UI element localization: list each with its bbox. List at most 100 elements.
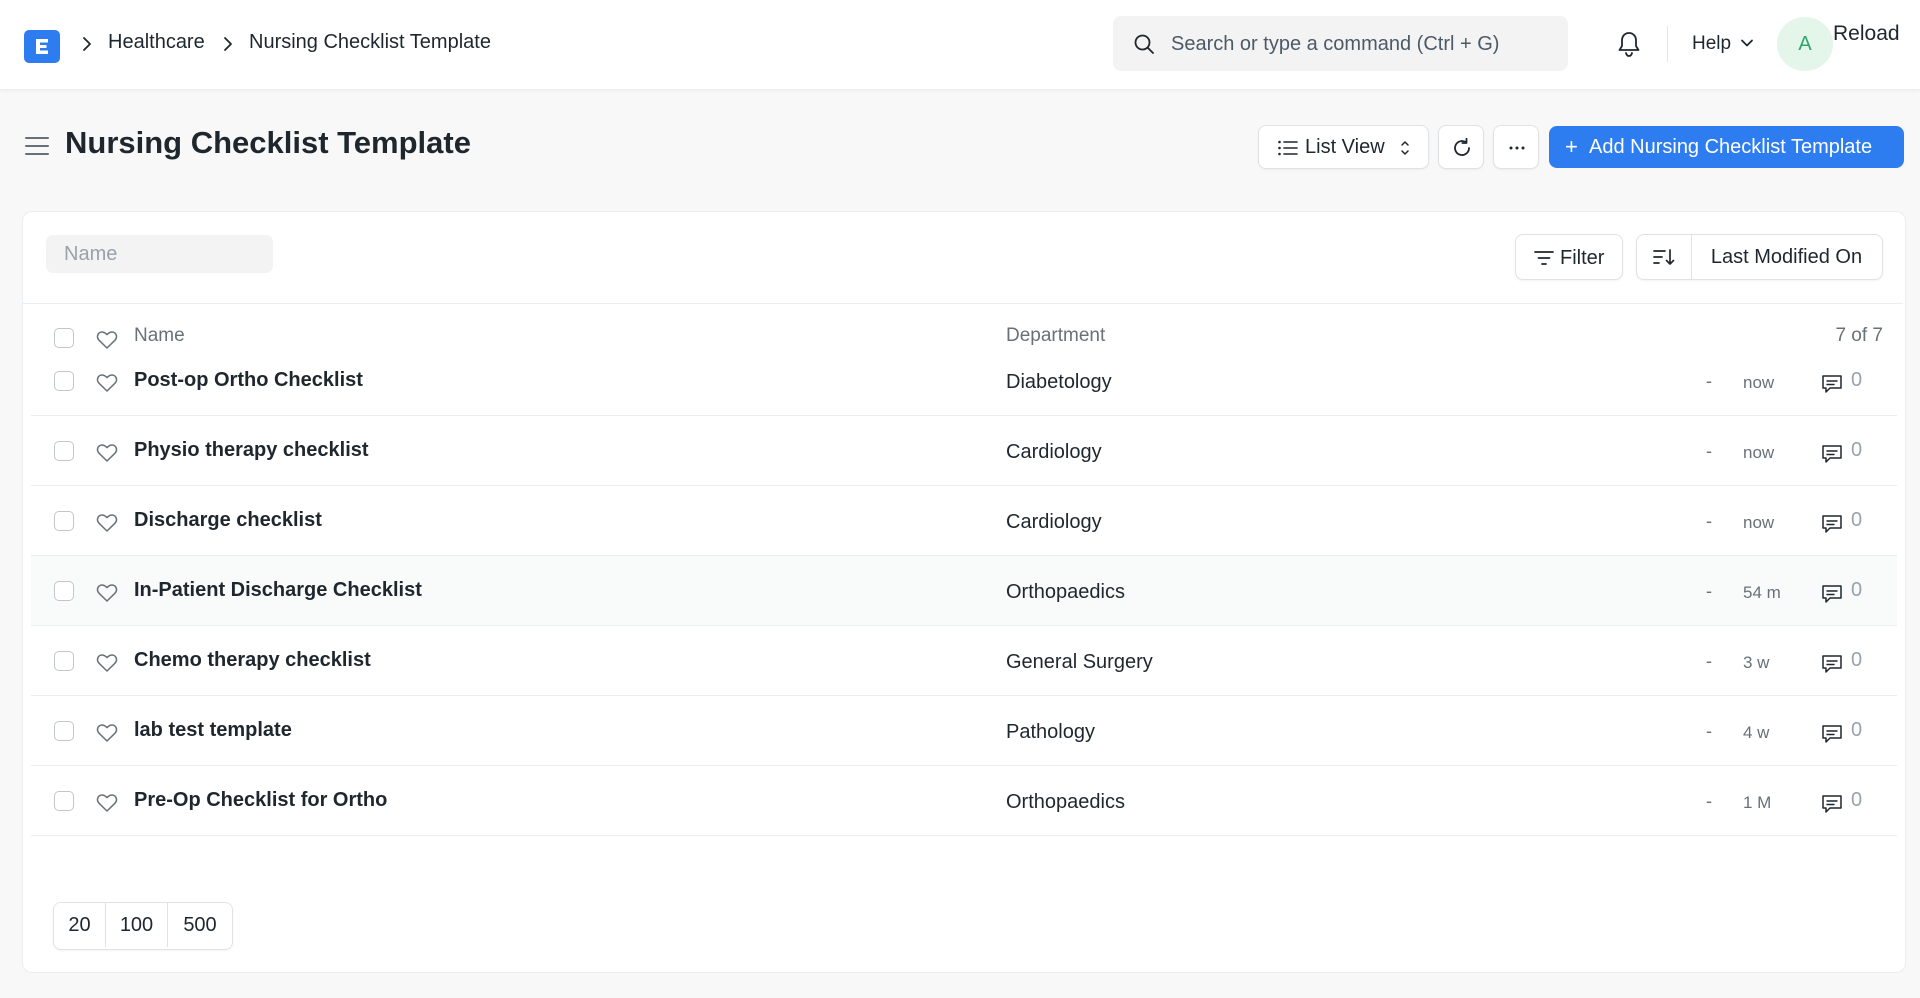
heart-icon[interactable]: [96, 653, 118, 673]
page-size-500-button[interactable]: 500: [168, 903, 232, 947]
sort-descending-icon: [1653, 249, 1675, 265]
row-department: Cardiology: [1006, 441, 1102, 463]
row-name-link[interactable]: Discharge checklist: [134, 509, 322, 532]
row-comment-count: 0: [1851, 509, 1863, 531]
sort-field-button[interactable]: Last Modified On: [1691, 235, 1882, 279]
divider: [23, 303, 1903, 304]
row-status: -: [1706, 511, 1712, 531]
reload-link[interactable]: Reload: [1833, 22, 1900, 46]
heart-icon[interactable]: [96, 793, 118, 813]
comment-icon[interactable]: [1821, 654, 1843, 674]
page-title: Nursing Checklist Template: [65, 125, 471, 160]
comment-icon[interactable]: [1821, 514, 1843, 534]
comment-icon[interactable]: [1821, 444, 1843, 464]
sort-selector: Last Modified On: [1636, 234, 1883, 280]
row-modified-time: now: [1743, 513, 1775, 532]
column-header-department: Department: [1006, 325, 1106, 346]
row-checkbox[interactable]: [54, 651, 74, 671]
row-department: Orthopaedics: [1006, 791, 1125, 813]
hamburger-icon[interactable]: [25, 136, 49, 156]
row-name-link[interactable]: In-Patient Discharge Checklist: [134, 579, 422, 602]
row-comment-count: 0: [1851, 439, 1863, 461]
row-comment-count: 0: [1851, 649, 1863, 671]
row-checkbox[interactable]: [54, 721, 74, 741]
row-checkbox[interactable]: [54, 511, 74, 531]
row-department: Orthopaedics: [1006, 581, 1125, 603]
breadcrumb-current[interactable]: Nursing Checklist Template: [249, 31, 491, 54]
more-actions-button[interactable]: [1493, 125, 1539, 169]
comment-icon[interactable]: [1821, 724, 1843, 744]
search-input[interactable]: [1169, 16, 1553, 73]
row-name-link[interactable]: Pre-Op Checklist for Ortho: [134, 789, 387, 812]
filter-button[interactable]: Filter: [1515, 234, 1623, 280]
table-row[interactable]: Discharge checklist Cardiology - now 0: [31, 486, 1897, 556]
row-modified-time: now: [1743, 373, 1775, 392]
row-status: -: [1706, 651, 1712, 671]
refresh-icon: [1454, 137, 1470, 156]
row-department: Cardiology: [1006, 511, 1102, 533]
sort-order-button[interactable]: [1637, 235, 1692, 279]
row-status: -: [1706, 581, 1712, 601]
page-size-20-button[interactable]: 20: [54, 903, 106, 947]
row-modified-time: now: [1743, 443, 1775, 462]
list-view-button[interactable]: List View: [1258, 125, 1429, 169]
plus-icon: +: [1565, 134, 1578, 159]
heart-icon[interactable]: [96, 513, 118, 533]
filter-icon: [1534, 251, 1554, 265]
row-checkbox[interactable]: [54, 441, 74, 461]
row-checkbox[interactable]: [54, 371, 74, 391]
bell-icon[interactable]: [1616, 30, 1642, 58]
table-row[interactable]: lab test template Pathology - 4 w 0: [31, 696, 1897, 766]
breadcrumb-chevron-icon: [224, 37, 232, 51]
breadcrumb-chevron-icon: [83, 37, 91, 51]
page-size-selector: 20 100 500: [53, 902, 233, 950]
help-dropdown[interactable]: Help: [1692, 33, 1731, 55]
row-department: Diabetology: [1006, 371, 1112, 393]
refresh-button[interactable]: [1438, 125, 1484, 169]
row-modified-time: 3 w: [1743, 653, 1770, 672]
table-row[interactable]: Physio therapy checklist Cardiology - now 0: [31, 416, 1897, 486]
erpnext-logo-icon[interactable]: [24, 30, 60, 63]
row-name-link[interactable]: Chemo therapy checklist: [134, 649, 371, 672]
table-row[interactable]: Pre-Op Checklist for Ortho Orthopaedics - 1…: [31, 766, 1897, 836]
search-bar[interactable]: [1113, 16, 1568, 73]
ellipsis-icon: [1509, 146, 1525, 150]
row-modified-time: 54 m: [1743, 583, 1781, 602]
list-view-label: List View: [1305, 136, 1385, 158]
avatar[interactable]: A: [1777, 17, 1833, 71]
add-button-label: Add Nursing Checklist Template: [1589, 136, 1873, 158]
row-name-link[interactable]: lab test template: [134, 719, 292, 742]
heart-icon[interactable]: [96, 723, 118, 743]
page-size-100-button[interactable]: 100: [106, 903, 168, 947]
comment-icon[interactable]: [1821, 584, 1843, 604]
add-nursing-checklist-template-button[interactable]: + Add Nursing Checklist Template: [1549, 126, 1904, 168]
list-icon: [1278, 140, 1298, 156]
heart-icon[interactable]: [96, 373, 118, 393]
filter-label: Filter: [1560, 247, 1605, 269]
record-count: 7 of 7: [1835, 325, 1883, 346]
column-header-name: Name: [134, 325, 185, 346]
list-card: Filter Last Modified On Name Department …: [22, 211, 1906, 973]
table-row[interactable]: Post-op Ortho Checklist Diabetology - now 0: [31, 346, 1897, 416]
breadcrumb-healthcare[interactable]: Healthcare: [108, 31, 205, 54]
chevron-up-down-icon: [1401, 141, 1409, 155]
table-row[interactable]: In-Patient Discharge Checklist Orthopaedi…: [31, 556, 1897, 626]
name-filter-input[interactable]: [46, 235, 273, 273]
select-all-checkbox[interactable]: [54, 328, 74, 348]
row-department: General Surgery: [1006, 651, 1153, 673]
row-name-link[interactable]: Physio therapy checklist: [134, 439, 369, 462]
row-comment-count: 0: [1851, 719, 1863, 741]
table-row[interactable]: Chemo therapy checklist General Surgery - 3…: [31, 626, 1897, 696]
row-modified-time: 1 M: [1743, 793, 1772, 812]
heart-icon[interactable]: [96, 583, 118, 603]
row-comment-count: 0: [1851, 579, 1863, 601]
comment-icon[interactable]: [1821, 794, 1843, 814]
row-checkbox[interactable]: [54, 791, 74, 811]
row-comment-count: 0: [1851, 789, 1863, 811]
row-name-link[interactable]: Post-op Ortho Checklist: [134, 369, 363, 392]
navbar-divider: [1667, 26, 1668, 62]
comment-icon[interactable]: [1821, 374, 1843, 394]
row-status: -: [1706, 441, 1712, 461]
heart-icon[interactable]: [96, 443, 118, 463]
row-checkbox[interactable]: [54, 581, 74, 601]
